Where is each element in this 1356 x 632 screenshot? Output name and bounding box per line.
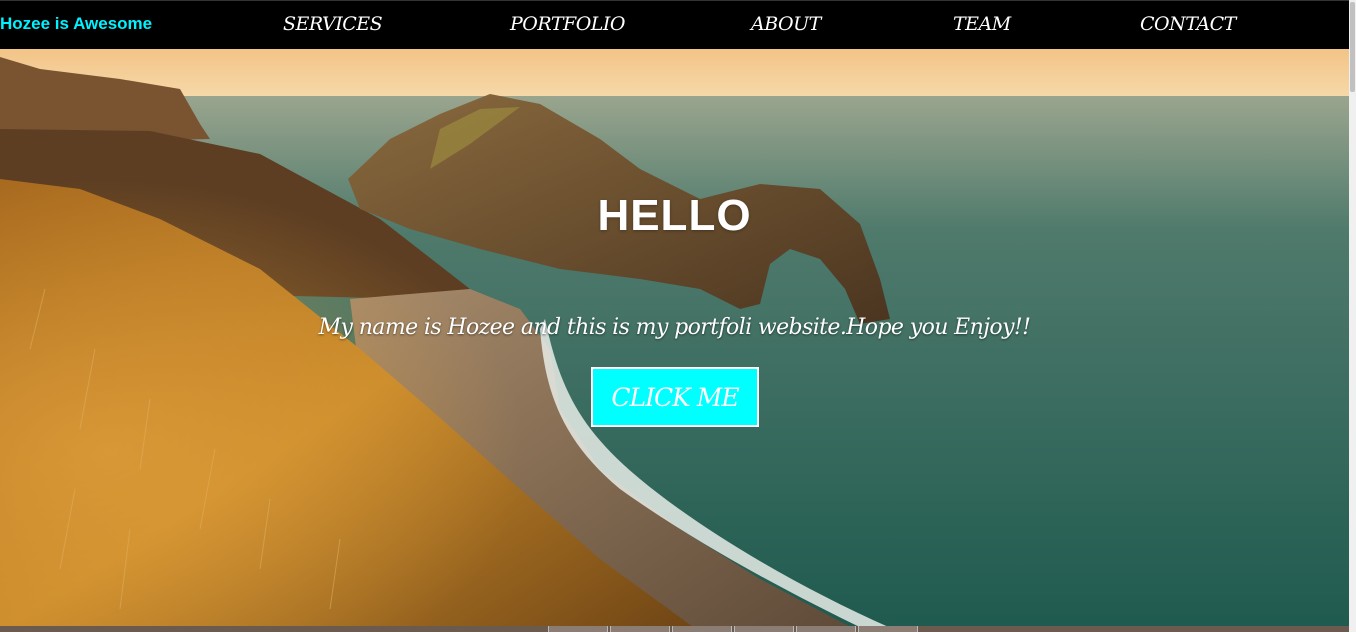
taskbar-edge: [0, 626, 1349, 632]
nav-link-team[interactable]: TEAM: [953, 13, 1011, 35]
brand-logo-link[interactable]: Hozee is Awesome: [0, 14, 152, 34]
hero-background-landscape: [0, 49, 1349, 632]
taskbar-item[interactable]: [610, 626, 670, 632]
click-me-button[interactable]: CLICK ME: [591, 367, 759, 427]
scrollbar-thumb[interactable]: [1350, 2, 1355, 92]
top-navbar: Hozee is Awesome SERVICES PORTFOLIO ABOU…: [0, 0, 1349, 49]
taskbar-item[interactable]: [858, 626, 918, 632]
nav-link-contact[interactable]: CONTACT: [1140, 13, 1236, 35]
taskbar-item[interactable]: [734, 626, 794, 632]
vertical-scrollbar[interactable]: [1349, 0, 1356, 632]
hero-tagline: My name is Hozee and this is my portfoli…: [318, 315, 1031, 340]
hero-section: HELLO My name is Hozee and this is my po…: [0, 49, 1349, 632]
nav-link-about[interactable]: ABOUT: [751, 13, 821, 35]
nav-link-services[interactable]: SERVICES: [283, 13, 383, 35]
taskbar-item[interactable]: [672, 626, 732, 632]
hero-heading: HELLO: [597, 191, 752, 240]
nav-link-portfolio[interactable]: PORTFOLIO: [510, 13, 625, 35]
taskbar-item[interactable]: [796, 626, 856, 632]
browser-viewport: Hozee is Awesome SERVICES PORTFOLIO ABOU…: [0, 0, 1349, 632]
taskbar-item[interactable]: [548, 626, 608, 632]
